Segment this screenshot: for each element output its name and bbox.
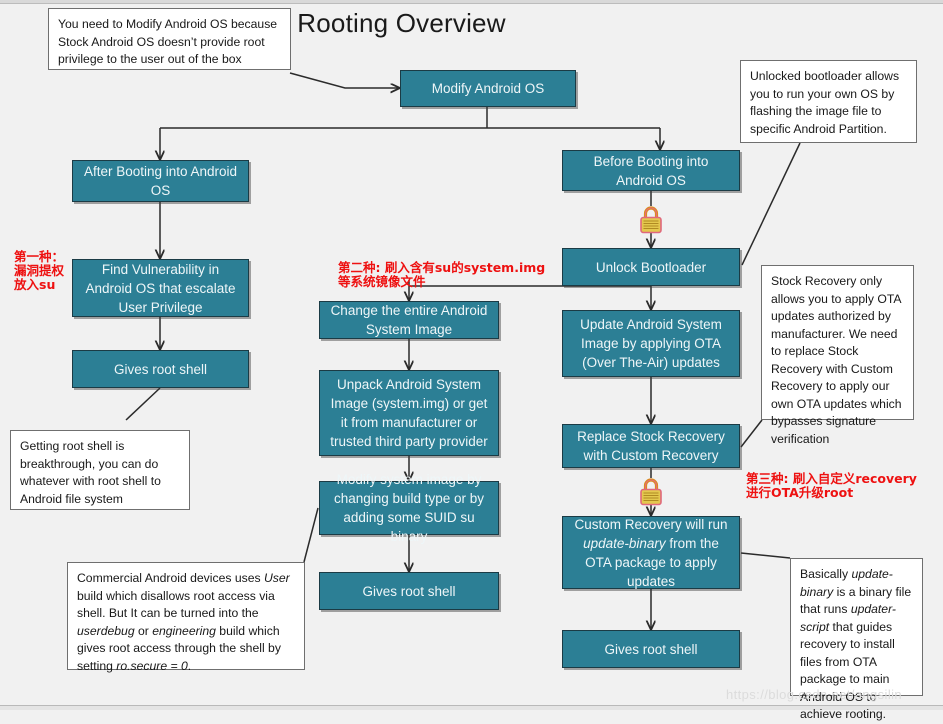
node-before-booting[interactable]: Before Booting into Android OS: [562, 150, 740, 191]
node-before-booting-label: Before Booting into Android OS: [593, 153, 709, 188]
annotation-method-two: 第二种: 刷入含有su的system.img 等系统镜像文件: [338, 260, 546, 289]
node-modify-system-image[interactable]: Modify system image by changing build ty…: [319, 472, 499, 544]
node-modify-android-os[interactable]: Modify Android OS: [400, 70, 576, 107]
node-unlock-bootloader[interactable]: Unlock Bootloader: [562, 248, 740, 286]
node-custom-recovery-em: update-binary: [583, 535, 666, 551]
node-modify-android-os-label: Modify Android OS: [431, 81, 545, 96]
node-gives-root-shell-right-label: Gives root shell: [604, 641, 698, 657]
node-find-vulnerability[interactable]: Find Vulnerability in Android OS that es…: [72, 259, 249, 317]
node-replace-recovery-label: Replace Stock Recovery with Custom Recov…: [577, 429, 725, 463]
node-change-system-image[interactable]: Change the entire Android System Image: [319, 301, 499, 339]
note-unlocked-bootloader: Unlocked bootloader allows you to run yo…: [740, 60, 917, 143]
note-commercial-p5: .: [187, 658, 192, 673]
note-commercial-em2: userdebug: [77, 623, 135, 638]
node-gives-root-shell-middle-label: Gives root shell: [362, 583, 456, 599]
note-commercial-em1: User: [263, 571, 290, 585]
note-modify-os: You need to Modify Android OS because St…: [48, 8, 291, 70]
note-commercial-p3: or: [134, 623, 153, 638]
node-gives-root-shell-left[interactable]: Gives root shell: [72, 350, 249, 388]
node-replace-recovery[interactable]: Replace Stock Recovery with Custom Recov…: [562, 424, 740, 468]
note-modify-os-text: You need to Modify Android OS because St…: [58, 17, 278, 66]
node-custom-recovery-run[interactable]: Custom Recovery will run update-binary f…: [562, 516, 740, 589]
node-after-booting[interactable]: After Booting into Android OS: [72, 160, 249, 202]
watermark: https://blog.csdn.net/angsilin: [726, 687, 903, 702]
node-custom-recovery-p1: Custom Recovery will run: [574, 516, 728, 532]
note-stock-recovery: Stock Recovery only allows you to apply …: [761, 265, 914, 446]
node-gives-root-shell-middle[interactable]: Gives root shell: [319, 572, 499, 610]
node-modify-system-image-label: Modify system image by changing build ty…: [333, 472, 485, 544]
note-root-shell: Getting root shell is breakthrough, you …: [10, 430, 190, 510]
note-root-shell-text: Getting root shell is breakthrough, you …: [20, 439, 161, 506]
note-update-binary: Basically update-binary is a binary file…: [790, 558, 923, 721]
annotation-method-three: 第三种: 刷入自定义recovery 进行OTA升级root: [746, 471, 917, 500]
padlock-icon-bootloader: [636, 204, 666, 236]
page-title-text: Rooting Overview: [297, 8, 506, 38]
node-update-ota[interactable]: Update Android System Image by applying …: [562, 310, 740, 377]
node-gives-root-shell-left-label: Gives root shell: [113, 361, 208, 377]
node-unpack-system-image-label: Unpack Android System Image (system.img)…: [330, 377, 488, 449]
note-commercial-p2: build which disallows root access via sh…: [77, 588, 275, 621]
node-unlock-bootloader-label: Unlock Bootloader: [595, 259, 707, 275]
padlock-icon-recovery: [636, 476, 666, 508]
note-commercial-build: Commercial Android devices uses User bui…: [67, 562, 305, 673]
node-update-ota-label: Update Android System Image by applying …: [580, 317, 722, 370]
note-commercial-em3: engineering: [152, 623, 216, 638]
node-unpack-system-image[interactable]: Unpack Android System Image (system.img)…: [319, 370, 499, 456]
diagram-canvas: Rooting Overview You need to Modify Andr…: [0, 0, 943, 721]
note-unlocked-bootloader-text: Unlocked bootloader allows you to run yo…: [750, 69, 900, 136]
annotation-method-one: 第一种： 漏洞提权 放入su: [14, 249, 65, 292]
note-commercial-em4: ro.secure = 0: [116, 658, 188, 673]
window-top-frame: [0, 0, 943, 4]
note-commercial-p1: Commercial Android devices uses: [77, 571, 264, 585]
note-stock-recovery-text: Stock Recovery only allows you to apply …: [771, 274, 902, 446]
node-gives-root-shell-right[interactable]: Gives root shell: [562, 630, 740, 668]
note-update-binary-p3: that guides recovery to install files fr…: [800, 619, 895, 722]
node-change-system-image-label: Change the entire Android System Image: [330, 303, 488, 337]
node-after-booting-label: After Booting into Android OS: [83, 164, 238, 198]
node-find-vulnerability-label: Find Vulnerability in Android OS that es…: [85, 261, 236, 315]
note-update-binary-p1: Basically: [800, 567, 852, 581]
